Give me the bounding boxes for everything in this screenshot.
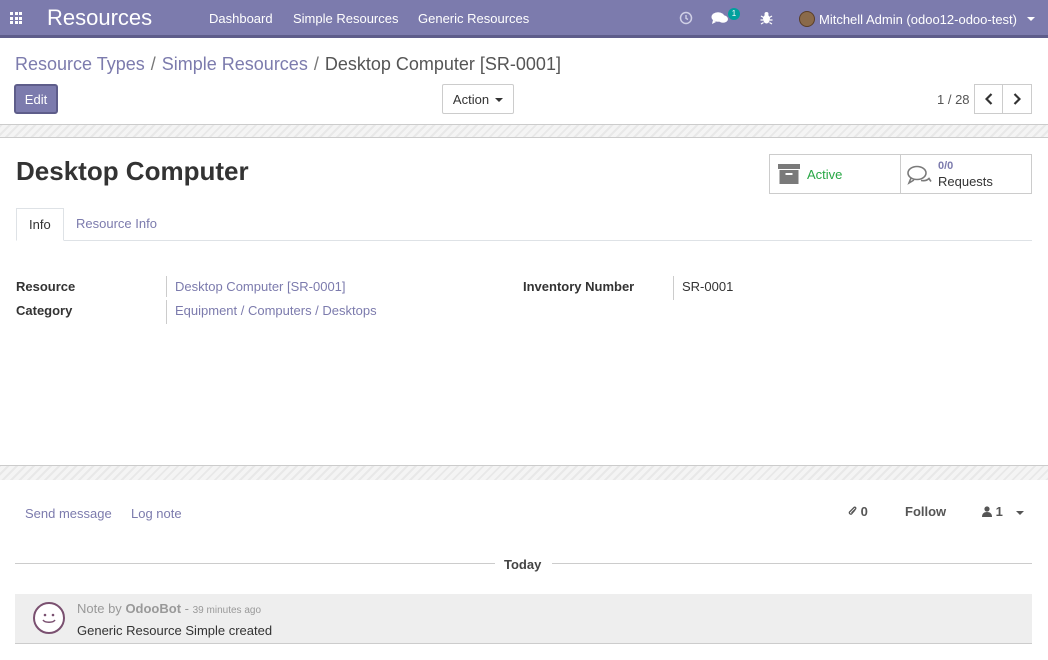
pager-previous-button[interactable] [974, 84, 1004, 114]
category-field-value[interactable]: Equipment / Computers / Desktops [175, 303, 377, 318]
breadcrumb-separator: / [313, 54, 319, 74]
message-body: Generic Resource Simple created [77, 623, 273, 638]
top-navbar: Resources Dashboard Simple Resources Gen… [0, 0, 1048, 38]
field-divider [166, 276, 167, 297]
message-type: Note by [77, 601, 122, 616]
menu-generic-resources[interactable]: Generic Resources [418, 11, 529, 26]
message-header: Note by OdooBot - 39 minutes ago [77, 601, 261, 616]
menu-simple-resources[interactable]: Simple Resources [293, 11, 399, 26]
edit-button[interactable]: Edit [14, 84, 58, 114]
resource-field-label: Resource [16, 279, 76, 294]
user-avatar [799, 11, 815, 27]
messaging-chat-icon[interactable] [711, 11, 729, 29]
chevron-down-icon [1027, 17, 1035, 21]
tab-resource-info[interactable]: Resource Info [64, 208, 169, 241]
attachments-count: 0 [860, 504, 868, 519]
active-toggle-button[interactable]: Active [769, 154, 901, 194]
record-title: Desktop Computer [16, 156, 249, 186]
user-icon [982, 506, 992, 517]
inventory-number-label: Inventory Number [523, 279, 635, 294]
messages-count-badge: 1 [728, 8, 740, 20]
date-divider-line [552, 563, 1032, 564]
chevron-right-icon [1013, 93, 1021, 105]
attachments-button[interactable]: 0 [848, 504, 868, 519]
archive-icon [778, 164, 800, 184]
message-dash: - [184, 601, 189, 616]
breadcrumb-resource-types[interactable]: Resource Types [15, 54, 145, 74]
apps-menu-icon[interactable] [10, 12, 22, 24]
field-divider [166, 300, 167, 324]
action-label: Action [452, 91, 490, 107]
requests-stat-button[interactable]: 0/0 Requests [900, 154, 1032, 194]
followers-count: 1 [995, 504, 1003, 519]
chatter-message: Note by OdooBot - 39 minutes ago Generic… [15, 594, 1032, 644]
send-message-button[interactable]: Send message [25, 506, 112, 521]
pager-next-button[interactable] [1002, 84, 1032, 114]
date-separator: Today [504, 557, 542, 572]
chevron-left-icon [985, 93, 993, 105]
breadcrumb-current: Desktop Computer [SR-0001] [324, 54, 561, 74]
field-divider [673, 276, 674, 300]
smiley-face-icon [42, 613, 56, 623]
message-author[interactable]: OdooBot [125, 601, 181, 616]
message-time: 39 minutes ago [192, 605, 262, 616]
app-brand[interactable]: Resources [47, 5, 152, 31]
chevron-down-icon [1016, 510, 1025, 515]
tab-info[interactable]: Info [16, 208, 64, 241]
resource-field-value[interactable]: Desktop Computer [SR-0001] [175, 279, 346, 294]
requests-count: 0/0 [938, 160, 954, 172]
pager-value[interactable]: 1 / 28 [937, 92, 970, 107]
comments-icon [907, 165, 932, 185]
odoobot-avatar[interactable] [33, 602, 65, 634]
category-field-label: Category [16, 303, 73, 318]
activity-clock-icon[interactable] [679, 11, 693, 28]
log-note-button[interactable]: Log note [131, 506, 182, 521]
active-label: Active [807, 167, 843, 182]
action-dropdown[interactable]: Action [442, 84, 514, 114]
chevron-down-icon [495, 98, 504, 103]
breadcrumb-separator: / [150, 54, 156, 74]
date-divider-line [15, 563, 495, 564]
debug-bug-icon[interactable] [760, 11, 773, 28]
user-menu[interactable]: Mitchell Admin (odoo12-odoo-test) [799, 10, 1035, 28]
breadcrumb-simple-resources[interactable]: Simple Resources [162, 54, 308, 74]
followers-button[interactable]: 1 [982, 504, 1025, 519]
paperclip-icon [848, 506, 857, 515]
requests-label: Requests [938, 174, 993, 189]
follow-button[interactable]: Follow [905, 504, 946, 519]
user-name: Mitchell Admin (odoo12-odoo-test) [819, 11, 1017, 27]
breadcrumb: Resource Types / Simple Resources / Desktop … [15, 54, 561, 75]
menu-dashboard[interactable]: Dashboard [209, 11, 273, 26]
inventory-number-value: SR-0001 [682, 279, 734, 294]
